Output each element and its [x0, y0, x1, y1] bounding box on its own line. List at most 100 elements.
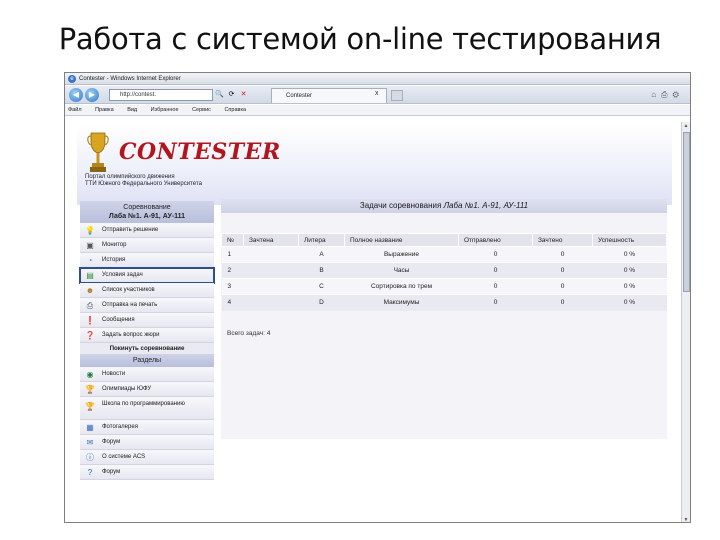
search-icon[interactable]: 🔍 — [215, 90, 224, 99]
col-num: № — [221, 233, 244, 247]
trophy-logo-icon — [87, 132, 109, 172]
menu-help[interactable]: Справка — [224, 107, 246, 113]
competition-label: Соревнование — [123, 204, 171, 211]
scroll-up-icon[interactable]: ▲ — [682, 122, 690, 130]
scroll-down-icon[interactable]: ▼ — [682, 516, 690, 522]
browser-screenshot: e Contester - Windows Internet Explorer … — [64, 72, 691, 523]
sidebar-item-submit[interactable]: 💡 Отправить решение — [80, 223, 214, 238]
menu-file[interactable]: Файл — [68, 107, 82, 113]
address-row: ◀ ▶ http://contest. 🔍 ⟳ ✕ Contester x ⌂⎙… — [65, 86, 690, 104]
back-arrow-icon[interactable]: ◀ — [69, 88, 83, 102]
sidebar-item-label: Олимпиады ЮФУ — [102, 386, 152, 392]
col-name: Полное название — [344, 233, 459, 247]
cell-name[interactable]: Максимумы — [344, 294, 459, 311]
sidebar-item-label: Новости — [102, 371, 126, 377]
cell-accepted — [243, 278, 299, 295]
window-title: Contester - Windows Internet Explorer — [79, 76, 181, 82]
stop-icon[interactable]: ✕ — [239, 90, 248, 99]
cell-letter[interactable]: C — [298, 278, 345, 295]
sidebar-item-label: История — [102, 257, 126, 263]
cell-letter[interactable]: B — [298, 262, 345, 279]
sidebar-item-olympiads[interactable]: 🏆 Олимпиады ЮФУ — [80, 382, 214, 397]
cell-num: 1 — [221, 246, 244, 263]
history-icon: ◔ — [87, 256, 93, 265]
contester-logo[interactable]: CONTESTER — [119, 139, 281, 165]
cell-passed: 0 — [532, 294, 593, 311]
sidebar-item-history[interactable]: ◔ История — [80, 253, 214, 268]
forward-arrow-icon[interactable]: ▶ — [85, 88, 99, 102]
info-icon: ❗ — [85, 316, 95, 325]
sidebar-item-news[interactable]: ◉ Новости — [80, 367, 214, 382]
portal-caption: Портал олимпийского движения ТТИ Южного … — [85, 174, 255, 188]
portal-line-1: Портал олимпийского движения — [85, 174, 175, 180]
problems-title: Задачи соревнования Лаба №1. А-91, АУ-11… — [221, 199, 667, 213]
menu-tools[interactable]: Сервис — [192, 107, 211, 113]
vertical-scrollbar[interactable]: ▲ ▼ — [681, 122, 690, 522]
cell-num: 2 — [221, 262, 244, 279]
sidebar-item-forum-2[interactable]: ? Форум — [80, 465, 214, 480]
cell-name[interactable]: Выражение — [344, 246, 459, 263]
address-bar[interactable]: http://contest. — [109, 89, 213, 101]
sidebar-item-monitor[interactable]: ▣ Монитор — [80, 238, 214, 253]
table-row: 2 B Часы 0 0 0 % — [221, 262, 667, 279]
problems-panel: Задачи соревнования Лаба №1. А-91, АУ-11… — [221, 199, 667, 439]
tab-label: Contester — [286, 93, 313, 99]
sidebar-item-label: Отправка на печать — [102, 302, 158, 308]
sidebar-item-print[interactable]: ⎙ Отправка на печать — [80, 298, 214, 313]
portal-line-2: ТТИ Южного Федерального Университета — [85, 181, 202, 187]
sidebar-item-label: Школа по программированию — [102, 401, 185, 407]
sidebar-item-gallery[interactable]: ▦ Фотогалерея — [80, 420, 214, 435]
sidebar-item-messages[interactable]: ❗ Сообщения — [80, 313, 214, 328]
cell-passed: 0 — [532, 262, 593, 279]
cell-success: 0 % — [592, 294, 667, 311]
table-row: 3 C Сортировка по трем 0 0 0 % — [221, 278, 667, 295]
sidebar-item-about[interactable]: ⓘ О системе ACS — [80, 450, 214, 465]
menu-bar: Файл Правка Вид Избранное Сервис Справка — [65, 105, 690, 116]
monitor-icon: ▣ — [86, 241, 94, 250]
tab-close-icon[interactable]: x — [375, 90, 379, 97]
table-header-row: № Зачтена Литера Полное название Отправл… — [221, 233, 667, 247]
sidebar-item-label: Форум — [102, 439, 121, 445]
sidebar-item-label: Сообщения — [102, 317, 135, 323]
web-page: CONTESTER Портал олимпийского движения Т… — [77, 125, 672, 522]
sidebar: Соревнование Лаба №1. А-91, АУ-111 💡 Отп… — [79, 201, 215, 480]
col-letter: Литера — [298, 233, 345, 247]
forum-icon: ✉ — [86, 438, 94, 447]
problems-title-prefix: Задачи соревнования — [359, 201, 442, 210]
address-text: http://contest. — [120, 92, 157, 98]
refresh-icon[interactable]: ⟳ — [227, 90, 236, 99]
menu-view[interactable]: Вид — [127, 107, 137, 113]
cell-success: 0 % — [592, 246, 667, 263]
scroll-thumb[interactable] — [683, 132, 690, 292]
sidebar-item-label: Список участников — [102, 287, 155, 293]
sections-header: Разделы — [80, 354, 214, 367]
problems-total: Всего задач: 4 — [227, 330, 270, 337]
leave-competition-link[interactable]: Покинуть соревнование — [80, 343, 214, 354]
question-icon: ❓ — [85, 331, 95, 340]
cell-letter[interactable]: D — [298, 294, 345, 311]
users-icon: ☻ — [85, 286, 95, 295]
cell-name[interactable]: Часы — [344, 262, 459, 279]
cell-num: 3 — [221, 278, 244, 295]
cell-name[interactable]: Сортировка по трем — [344, 278, 459, 295]
menu-favorites[interactable]: Избранное — [151, 107, 179, 113]
menu-edit[interactable]: Правка — [95, 107, 114, 113]
new-tab-button[interactable] — [391, 90, 403, 101]
toolbar-right-icons[interactable]: ⌂⎙⚙ — [651, 90, 684, 100]
sidebar-item-problems[interactable]: ▤ Условия задач — [79, 267, 215, 284]
photo-icon: ▦ — [86, 423, 94, 432]
cell-sent: 0 — [458, 278, 533, 295]
sidebar-item-ask-jury[interactable]: ❓ Задать вопрос жюри — [80, 328, 214, 343]
col-sent: Отправлено — [458, 233, 533, 247]
cell-letter[interactable]: A — [298, 246, 345, 263]
table-row: 1 A Выражение 0 0 0 % — [221, 246, 667, 263]
cell-accepted — [243, 246, 299, 263]
sidebar-item-label: Фотогалерея — [102, 424, 138, 430]
sidebar-item-school[interactable]: 🏆 Школа по программированию — [80, 397, 214, 420]
cell-success: 0 % — [592, 262, 667, 279]
col-accepted: Зачтена — [243, 233, 299, 247]
sidebar-item-forum[interactable]: ✉ Форум — [80, 435, 214, 450]
sidebar-item-participants[interactable]: ☻ Список участников — [80, 283, 214, 298]
question-icon: ? — [87, 468, 93, 477]
tab-contester[interactable]: Contester — [271, 88, 387, 103]
